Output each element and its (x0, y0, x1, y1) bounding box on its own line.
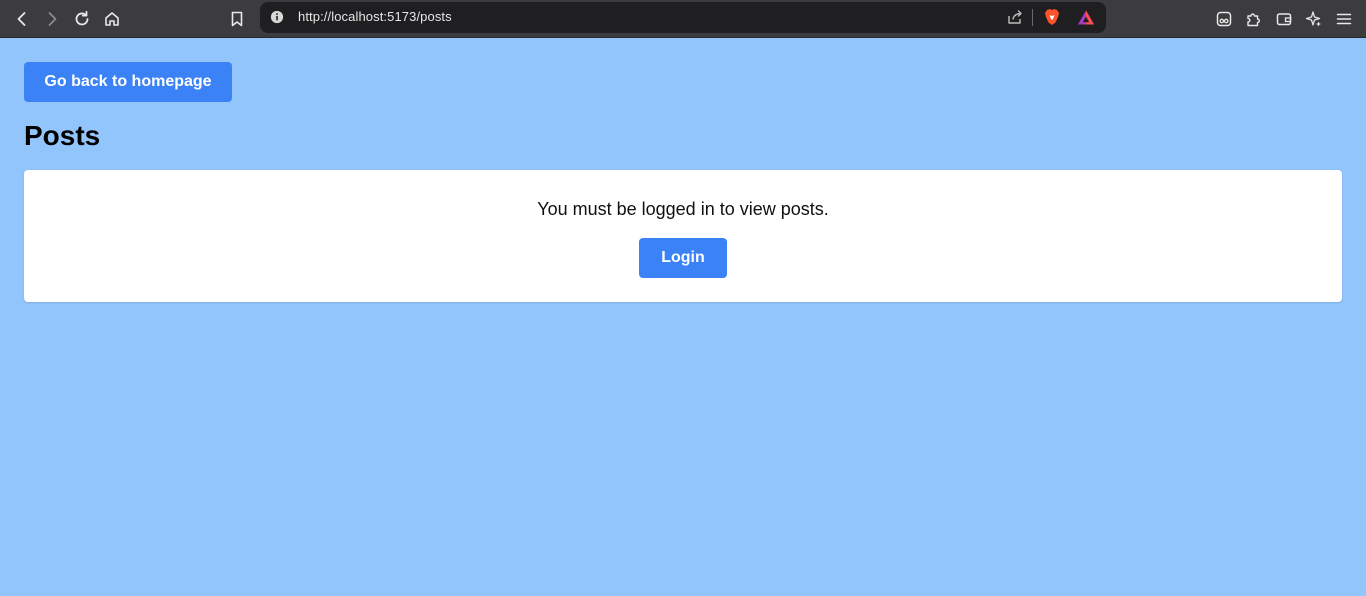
forward-icon[interactable] (38, 5, 66, 33)
leo-icon[interactable] (1210, 5, 1238, 33)
menu-icon[interactable] (1330, 5, 1358, 33)
wallet-icon[interactable] (1270, 5, 1298, 33)
bookmark-icon[interactable] (223, 5, 251, 33)
urlbar-divider (1032, 9, 1033, 26)
home-icon[interactable] (98, 5, 126, 33)
brave-rewards-icon[interactable] (1076, 8, 1096, 28)
page-title: Posts (24, 120, 101, 151)
go-back-homepage-button[interactable]: Go back to homepage (24, 62, 232, 102)
browser-toolbar: http://localhost:5173/posts (0, 0, 1366, 38)
site-info-icon[interactable] (269, 9, 285, 25)
posts-card: You must be logged in to view posts. Log… (24, 170, 1342, 302)
brave-shields-icon[interactable] (1042, 7, 1062, 27)
login-button[interactable]: Login (639, 238, 727, 278)
login-required-message: You must be logged in to view posts. (537, 199, 829, 219)
extensions-icon[interactable] (1240, 5, 1268, 33)
ai-assistant-icon[interactable] (1300, 5, 1328, 33)
share-icon[interactable] (1006, 8, 1024, 26)
address-bar[interactable]: http://localhost:5173/posts (260, 2, 1106, 33)
back-icon[interactable] (8, 5, 36, 33)
url-text[interactable]: http://localhost:5173/posts (298, 9, 452, 24)
reload-icon[interactable] (68, 5, 96, 33)
